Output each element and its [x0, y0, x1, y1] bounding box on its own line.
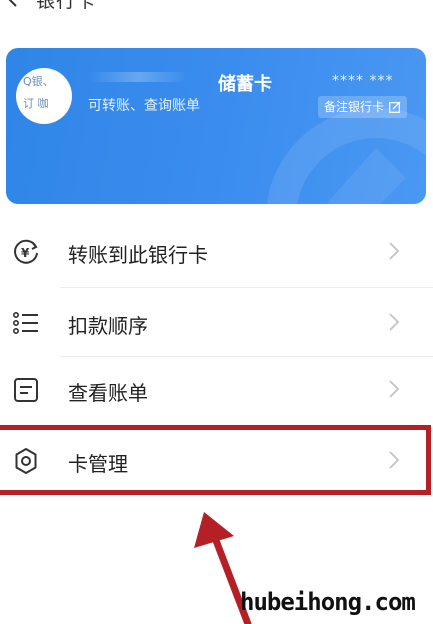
card-number-masked: **** ***: [332, 73, 394, 89]
edit-icon: [389, 101, 401, 113]
page-title: 银行卡: [36, 0, 97, 12]
menu-item-debit-order[interactable]: 扣款顺序: [0, 287, 433, 357]
note-card-button[interactable]: 备注银行卡: [318, 96, 408, 118]
menu-item-label: 扣款顺序: [68, 314, 148, 338]
bill-icon: [14, 378, 38, 402]
menu-item-label: 查看账单: [68, 381, 148, 405]
chevron-right-icon: [389, 313, 400, 331]
menu-item-label: 转账到此银行卡: [68, 243, 208, 267]
yuan-transfer-icon: ¥: [14, 239, 38, 264]
bank-logo-text-2: 订 咖: [23, 97, 49, 110]
menu-item-view-bill[interactable]: 查看账单: [0, 354, 433, 424]
menu-item-transfer[interactable]: ¥ 转账到此银行卡: [0, 216, 433, 286]
bank-name-redacted: [88, 72, 188, 82]
site-watermark: hubeihong.com: [240, 588, 416, 616]
list-icon: [12, 311, 38, 334]
top-nav: 银行卡: [0, 0, 433, 12]
bank-card[interactable]: Q银、 订 咖 储蓄卡 可转账、查询账单 **** *** 备注银行卡: [6, 48, 426, 204]
back-arrow-icon[interactable]: [4, 0, 20, 8]
card-subtitle: 可转账、查询账单: [88, 98, 200, 114]
card-watermark-icon: [266, 108, 426, 204]
bank-logo-text: Q银、: [23, 75, 54, 88]
card-type-label: 储蓄卡: [218, 74, 272, 95]
highlight-box: [0, 425, 431, 495]
chevron-right-icon: [389, 242, 400, 260]
svg-text:¥: ¥: [21, 246, 30, 260]
note-card-label: 备注银行卡: [324, 100, 385, 114]
chevron-right-icon: [389, 380, 400, 398]
bank-logo: Q银、 订 咖: [16, 68, 72, 124]
